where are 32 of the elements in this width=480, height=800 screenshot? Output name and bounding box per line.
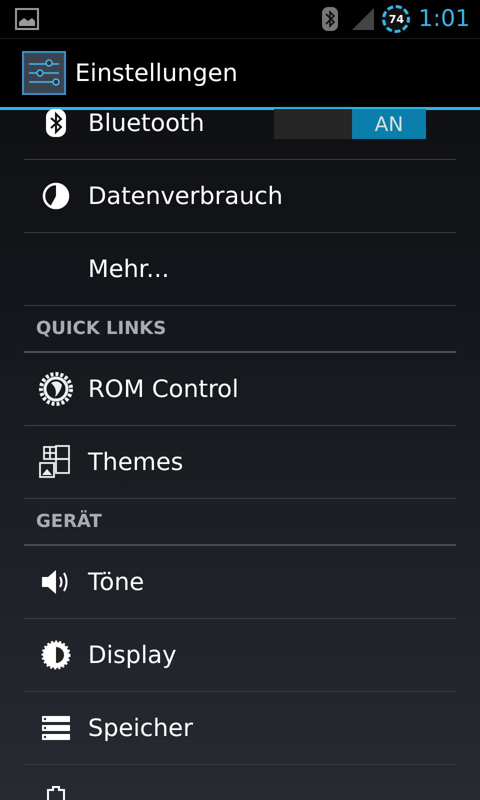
brightness-icon [41, 640, 71, 670]
settings-item[interactable]: Display [24, 619, 456, 692]
settings-item[interactable]: ROM Control [24, 353, 456, 426]
section-header: GERÄT [36, 511, 102, 532]
picture-icon [15, 7, 39, 31]
clock: 1:01 [418, 6, 470, 32]
pie-chart-icon [42, 182, 70, 210]
bluetooth-icon [322, 7, 338, 31]
item-label: Datenverbrauch [88, 182, 283, 210]
settings-item[interactable]: Töne [24, 546, 456, 619]
item-label: ROM Control [88, 375, 239, 403]
item-label: Themes [88, 448, 184, 476]
settings-item[interactable]: Themes [24, 426, 456, 499]
app-title: Einstellungen [75, 59, 238, 87]
item-label: Töne [88, 568, 144, 596]
settings-item[interactable]: Datenverbrauch [24, 160, 456, 233]
settings-item[interactable]: Speicher [24, 692, 456, 765]
bluetooth-icon [46, 109, 66, 137]
item-label: Speicher [88, 714, 193, 742]
battery-indicator: 74 [382, 5, 410, 33]
switch-thumb: AN [352, 109, 426, 139]
signal-icon [352, 8, 374, 30]
item-label: Mehr... [88, 255, 170, 283]
gallery-icon [39, 445, 73, 479]
section-header: QUICK LINKS [36, 318, 166, 339]
item-label: Display [88, 641, 176, 669]
gear-icon [38, 371, 74, 407]
item-label: Bluetooth [88, 109, 205, 137]
settings-item[interactable]: Bluetooth AN [24, 107, 456, 160]
storage-icon [42, 716, 70, 740]
settings-icon[interactable] [22, 51, 66, 95]
settings-item[interactable]: Mehr... [24, 233, 456, 306]
